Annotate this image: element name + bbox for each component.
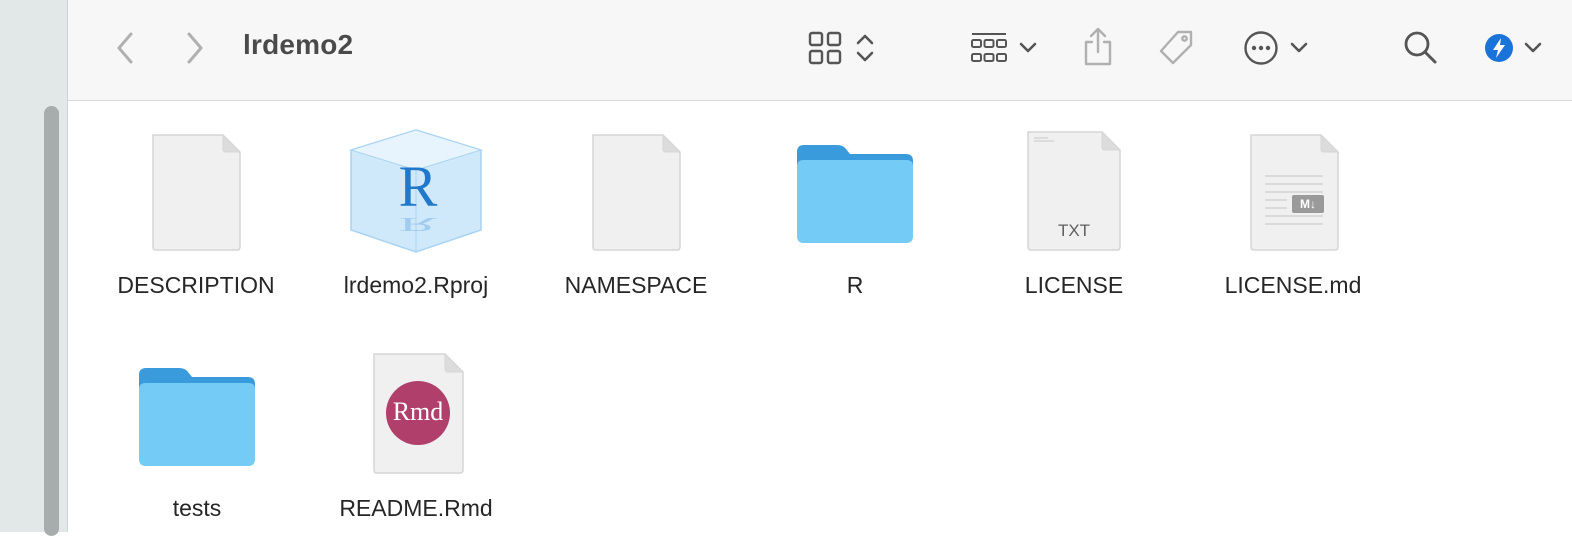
folder-item-tests[interactable]: tests bbox=[87, 349, 307, 529]
more-actions-button[interactable] bbox=[1240, 27, 1312, 69]
svg-text:R: R bbox=[399, 213, 438, 235]
chevron-updown-icon bbox=[856, 34, 874, 62]
file-item-license[interactable]: TXT LICENSE bbox=[964, 126, 1184, 306]
back-icon bbox=[117, 32, 133, 64]
file-name: README.Rmd bbox=[339, 495, 493, 521]
tag-button[interactable] bbox=[1154, 26, 1198, 70]
file-item-namespace[interactable]: NAMESPACE bbox=[526, 126, 746, 306]
file-name: LICENSE.md bbox=[1224, 272, 1362, 298]
forward-button[interactable] bbox=[178, 28, 212, 68]
icon-view-icon bbox=[808, 31, 842, 65]
file-name: LICENSE bbox=[1024, 272, 1124, 298]
sidebar-scrollbar[interactable] bbox=[44, 106, 59, 536]
folder-item-r[interactable]: R bbox=[745, 126, 965, 306]
sidebar bbox=[0, 0, 68, 536]
chevron-down-icon bbox=[1290, 42, 1308, 53]
share-icon bbox=[1084, 27, 1112, 66]
window-title: lrdemo2 bbox=[243, 29, 354, 60]
group-button[interactable] bbox=[966, 28, 1042, 68]
chevron-down-icon bbox=[1019, 42, 1037, 53]
folder-icon bbox=[139, 368, 255, 466]
txt-badge: TXT bbox=[1057, 221, 1091, 240]
tag-icon bbox=[1159, 30, 1193, 65]
forward-icon bbox=[187, 32, 203, 64]
file-name: lrdemo2.Rproj bbox=[343, 272, 489, 298]
share-button[interactable] bbox=[1080, 24, 1116, 70]
document-icon bbox=[592, 133, 682, 251]
file-item-readme-rmd[interactable]: Rmd README.Rmd bbox=[306, 349, 526, 529]
file-name: NAMESPACE bbox=[564, 272, 708, 298]
file-grid: DESCRIPTION R R lrdemo2.Rproj NAMESPACE … bbox=[68, 101, 1572, 532]
search-button[interactable] bbox=[1400, 27, 1440, 67]
back-button[interactable] bbox=[108, 28, 142, 68]
more-icon bbox=[1244, 31, 1278, 65]
folder-icon bbox=[797, 145, 913, 243]
markdown-badge: M↓ bbox=[1300, 197, 1316, 211]
document-icon bbox=[152, 133, 242, 251]
file-item-rproj[interactable]: R R lrdemo2.Rproj bbox=[306, 126, 526, 306]
group-icon bbox=[971, 33, 1007, 62]
view-switcher-button[interactable] bbox=[804, 28, 880, 68]
rproj-cube-icon: R R bbox=[349, 129, 483, 253]
svg-text:R: R bbox=[399, 154, 438, 219]
account-icon bbox=[1485, 34, 1513, 62]
file-item-description[interactable]: DESCRIPTION bbox=[86, 126, 306, 306]
account-button[interactable] bbox=[1480, 28, 1546, 68]
file-name: tests bbox=[172, 495, 222, 521]
file-name: DESCRIPTION bbox=[117, 272, 275, 298]
file-name: R bbox=[846, 272, 864, 298]
search-icon bbox=[1404, 31, 1437, 64]
toolbar: lrdemo2 bbox=[68, 0, 1572, 101]
markdown-document-icon bbox=[1250, 133, 1340, 251]
rmd-badge: Rmd bbox=[392, 397, 444, 426]
file-item-license-md[interactable]: M↓ LICENSE.md bbox=[1183, 126, 1403, 306]
chevron-down-icon bbox=[1524, 42, 1542, 53]
